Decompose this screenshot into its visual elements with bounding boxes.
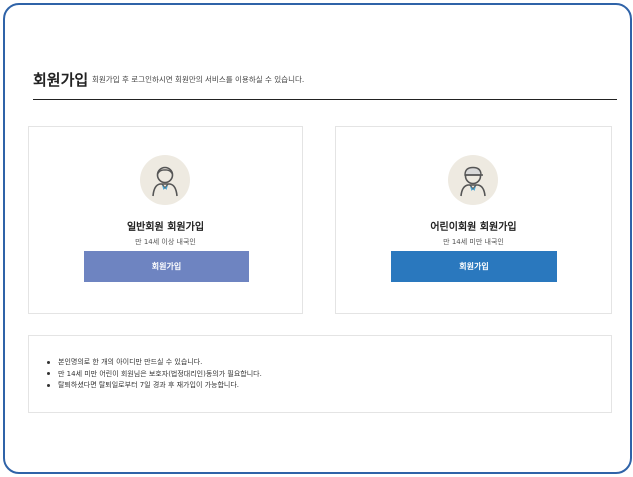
- general-member-description: 만 14세 이상 내국인: [135, 238, 196, 246]
- notice-box: 본인명의로 한 개의 아이디만 만드실 수 있습니다. 만 14세 미만 어린이…: [28, 335, 612, 413]
- page-subtitle: 회원가입 후 로그인하시면 회원만의 서비스를 이용하실 수 있습니다.: [92, 75, 305, 84]
- notice-item: 본인명의로 한 개의 아이디만 만드실 수 있습니다.: [47, 357, 262, 369]
- bullet-icon: [47, 372, 50, 375]
- notice-item: 만 14세 미만 어린이 회원님은 보호자(법정대리인)동의가 필요합니다.: [47, 369, 262, 381]
- notice-item-text: 본인명의로 한 개의 아이디만 만드실 수 있습니다.: [58, 358, 203, 366]
- notice-item-text: 만 14세 미만 어린이 회원님은 보호자(법정대리인)동의가 필요합니다.: [58, 369, 262, 378]
- child-user-icon: [448, 155, 498, 205]
- adult-user-icon: [140, 155, 190, 205]
- child-member-join-button[interactable]: 회원가입: [391, 251, 557, 282]
- notice-item-text: 탈퇴하셨다면 탈퇴일로부터 7일 경과 후 재가입이 가능합니다.: [58, 381, 240, 389]
- child-member-description: 만 14세 미만 내국인: [443, 238, 504, 246]
- page-title: 회원가입: [33, 71, 89, 89]
- notice-item: 탈퇴하셨다면 탈퇴일로부터 7일 경과 후 재가입이 가능합니다.: [47, 380, 262, 392]
- bullet-icon: [47, 360, 50, 364]
- page-header: 회원가입 회원가입 후 로그인하시면 회원만의 서비스를 이용하실 수 있습니다…: [33, 69, 617, 100]
- general-member-card: 일반회원 회원가입 만 14세 이상 내국인 회원가입: [28, 126, 303, 314]
- child-member-title: 어린이회원 회원가입: [430, 222, 517, 233]
- child-member-card: 어린이회원 회원가입 만 14세 미만 내국인 회원가입: [335, 126, 612, 314]
- general-member-join-button[interactable]: 회원가입: [84, 251, 249, 282]
- general-member-title: 일반회원 회원가입: [126, 222, 205, 233]
- bullet-icon: [47, 383, 50, 387]
- notice-list: 본인명의로 한 개의 아이디만 만드실 수 있습니다. 만 14세 미만 어린이…: [47, 357, 262, 392]
